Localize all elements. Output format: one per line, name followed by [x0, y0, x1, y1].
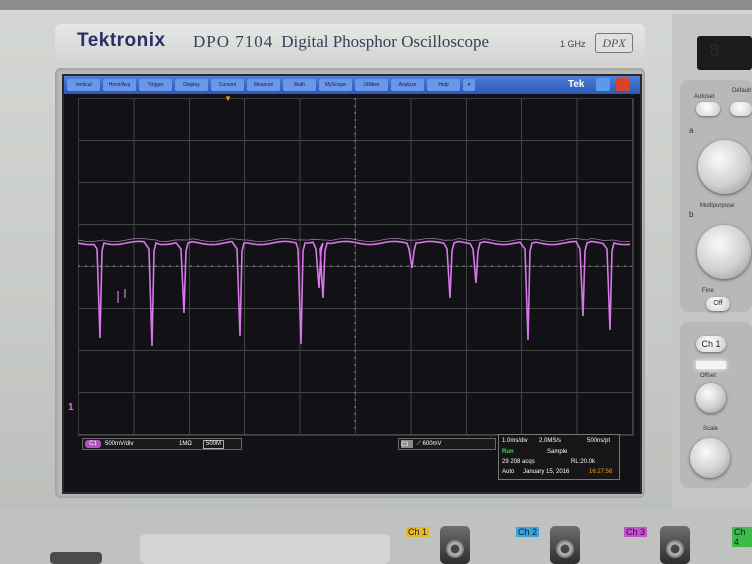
menu-measure[interactable]: Measure [247, 79, 280, 91]
autoset-button[interactable] [696, 102, 720, 116]
menu-myscope[interactable]: MyScope [319, 79, 352, 91]
dpx-badge: DPX [595, 33, 633, 53]
channel-scale: 500mV/div [105, 441, 134, 447]
usb-slot-cover [140, 534, 390, 564]
knob-b-label: b [689, 210, 694, 219]
menu-trigger[interactable]: Trigger [139, 79, 172, 91]
ch1-button[interactable]: Ch 1 [696, 336, 726, 352]
rising-edge-icon: ⟋ [416, 441, 421, 447]
tektronix-logo: Tektronix [77, 30, 166, 51]
display-screen[interactable]: Vertical Horiz/Acq Trigger Display Curso… [62, 74, 642, 494]
ch3-input-label: Ch 3 [624, 527, 648, 537]
date: January 15, 2016 [523, 469, 570, 475]
menu-cursors[interactable]: Cursors [211, 79, 244, 91]
channel-badge: C1 [85, 440, 101, 448]
trigger-level: 600mV [422, 441, 442, 447]
record-length: RL:20.0k [571, 459, 596, 465]
model-number: DPO 7104 [193, 32, 274, 51]
acquisition-status[interactable]: 1.0ms/div 2.0MS/s 500ns/pt Run Sample 29… [498, 434, 620, 480]
ch1-input-label: Ch 1 [406, 527, 430, 537]
bandwidth-limit: 500M [203, 440, 225, 449]
model-title: DPO 7104 Digital Phosphor Oscilloscope [193, 32, 489, 52]
acq-mode: Sample [547, 449, 568, 455]
channel-status[interactable]: C1 500mV/div 1MΩ 500M [82, 438, 242, 450]
scale-knob[interactable] [690, 438, 730, 478]
acq-count: 29 208 acqs [502, 459, 535, 465]
channel-1-trace [78, 240, 631, 347]
ch2-input-label: Ch 2 [516, 527, 540, 537]
time: 16:27:56 [589, 469, 613, 475]
timebase: 1.0ms/div [502, 438, 528, 444]
tek-label: Tek [568, 79, 585, 90]
menu-dropdown[interactable]: ▾ [463, 79, 475, 91]
offset-label: Offset [700, 373, 716, 379]
fine-label: Fine [702, 288, 714, 294]
ch3-bnc-connector[interactable] [660, 526, 690, 564]
close-button[interactable] [616, 78, 630, 91]
offset-knob[interactable] [696, 383, 726, 413]
trigger-status[interactable]: C1 ⟋ 600mV [398, 438, 496, 450]
multipurpose-knob-b[interactable] [697, 225, 751, 279]
bandwidth-label: 1 GHz [560, 39, 586, 49]
fine-button[interactable]: Off [706, 297, 730, 311]
menu-display[interactable]: Display [175, 79, 208, 91]
default-label: Default [732, 88, 752, 94]
top-strip [0, 0, 752, 10]
scale-label: Scale [703, 426, 719, 432]
menu-horiz-acq[interactable]: Horiz/Acq [103, 79, 136, 91]
sample-rate: 2.0MS/s [539, 438, 562, 444]
menu-utilities[interactable]: Utilities [355, 79, 388, 91]
trigger-source-badge: C1 [401, 440, 413, 448]
ch1-bnc-connector[interactable] [440, 526, 470, 564]
ch1-indicator-light [696, 361, 726, 369]
autoset-label: Autoset [694, 94, 715, 100]
knob-a-label: a [689, 126, 694, 135]
model-name: Digital Phosphor Oscilloscope [281, 32, 490, 51]
readout-display: 8 [697, 36, 752, 70]
channel-1-trace-glow [78, 237, 631, 243]
menu-analyze[interactable]: Analyze [391, 79, 424, 91]
power-button[interactable] [50, 552, 102, 564]
channel-impedance: 1MΩ [179, 441, 192, 447]
waveform-trace [78, 98, 632, 434]
run-state: Run [502, 449, 514, 455]
menu-vertical[interactable]: Vertical [67, 79, 100, 91]
ch2-bnc-connector[interactable] [550, 526, 580, 564]
brand-plate: Tektronix DPO 7104 Digital Phosphor Oscil… [55, 24, 645, 60]
channel-1-marker[interactable]: 1 [68, 402, 74, 413]
resolution: 500ns/pt [587, 438, 611, 444]
menu-bar: Vertical Horiz/Acq Trigger Display Curso… [64, 76, 640, 94]
minimize-button[interactable] [596, 78, 610, 91]
readout-digits: 8 [709, 42, 720, 62]
trigger-mode: Auto [502, 469, 515, 475]
ch4-input-label: Ch 4 [732, 527, 752, 547]
default-setup-button[interactable] [730, 102, 752, 116]
multipurpose-knob-a[interactable] [698, 140, 752, 194]
menu-help[interactable]: Help [427, 79, 460, 91]
menu-math[interactable]: Math [283, 79, 316, 91]
multipurpose-label: Multipurpose [700, 203, 735, 209]
